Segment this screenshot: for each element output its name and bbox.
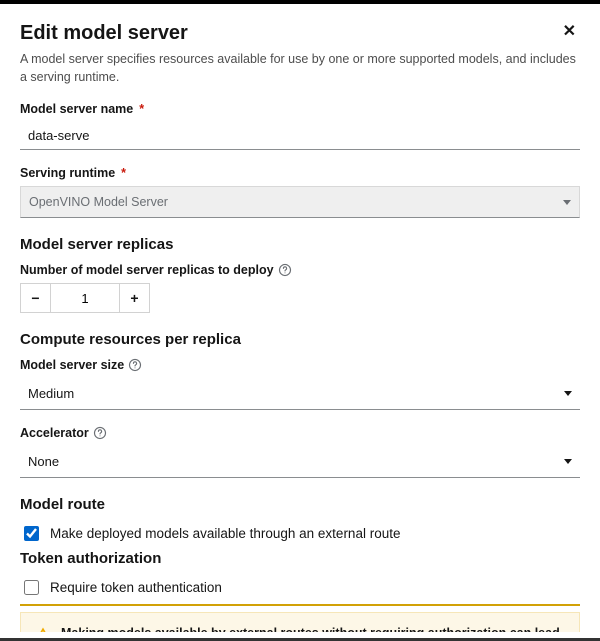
- field-model-server-name: Model server name *: [20, 102, 580, 150]
- section-heading-token: Token authorization: [20, 550, 580, 567]
- help-icon[interactable]: [128, 358, 142, 372]
- model-server-size-label: Model server size: [20, 358, 124, 372]
- chevron-down-icon: [564, 391, 572, 396]
- chevron-down-icon: [563, 200, 571, 205]
- token-warning-alert: Making models available by external rout…: [20, 612, 580, 632]
- accelerator-select[interactable]: None: [20, 446, 580, 478]
- field-replicas: Number of model server replicas to deplo…: [20, 263, 580, 313]
- required-star-icon: *: [121, 166, 126, 180]
- section-heading-route: Model route: [20, 496, 580, 513]
- accelerator-value: None: [28, 454, 59, 469]
- help-icon[interactable]: [93, 426, 107, 440]
- chevron-down-icon: [564, 459, 572, 464]
- accelerator-label: Accelerator: [20, 426, 89, 440]
- modal-title: Edit model server: [20, 22, 559, 45]
- edit-model-server-modal: Edit model server ✕ A model server speci…: [8, 10, 592, 632]
- external-route-checkbox[interactable]: [24, 526, 39, 541]
- modal-description: A model server specifies resources avail…: [20, 51, 580, 86]
- serving-runtime-select[interactable]: OpenVINO Model Server: [20, 186, 580, 218]
- field-model-server-size: Model server size Medium: [20, 358, 580, 410]
- replicas-label: Number of model server replicas to deplo…: [20, 263, 274, 277]
- replicas-increment-button[interactable]: +: [120, 283, 150, 313]
- replicas-input[interactable]: [50, 283, 120, 313]
- warning-triangle-icon: [35, 626, 51, 632]
- close-icon[interactable]: ✕: [559, 22, 580, 42]
- section-heading-replicas: Model server replicas: [20, 236, 580, 253]
- require-token-checkbox[interactable]: [24, 580, 39, 595]
- replicas-stepper: − +: [20, 283, 580, 313]
- serving-runtime-label: Serving runtime: [20, 166, 115, 180]
- external-route-checkbox-row[interactable]: Make deployed models available through a…: [20, 523, 580, 544]
- model-server-size-value: Medium: [28, 386, 74, 401]
- require-token-label: Require token authentication: [50, 580, 222, 595]
- field-accelerator: Accelerator None: [20, 426, 580, 478]
- require-token-checkbox-row[interactable]: Require token authentication: [20, 577, 580, 606]
- help-icon[interactable]: [278, 263, 292, 277]
- token-warning-text: Making models available by external rout…: [61, 625, 565, 632]
- model-server-name-label: Model server name: [20, 102, 133, 116]
- field-serving-runtime: Serving runtime * OpenVINO Model Server: [20, 166, 580, 218]
- model-server-name-input[interactable]: [20, 122, 580, 150]
- model-server-size-select[interactable]: Medium: [20, 378, 580, 410]
- serving-runtime-value: OpenVINO Model Server: [29, 195, 168, 209]
- required-star-icon: *: [139, 102, 144, 116]
- external-route-label: Make deployed models available through a…: [50, 526, 400, 541]
- section-heading-compute: Compute resources per replica: [20, 331, 580, 348]
- replicas-decrement-button[interactable]: −: [20, 283, 50, 313]
